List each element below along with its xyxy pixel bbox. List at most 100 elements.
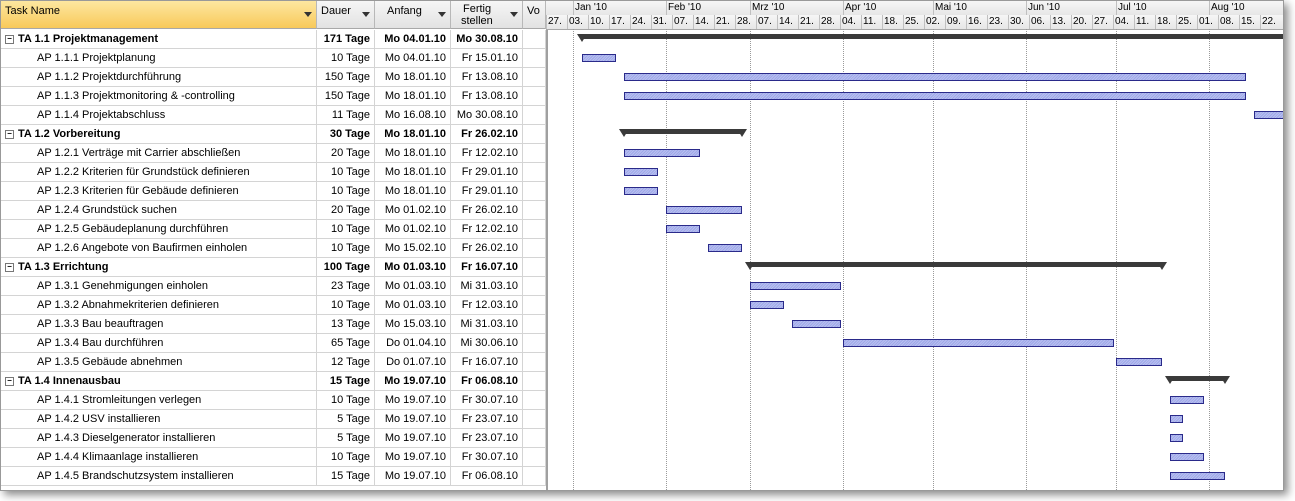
task-name-cell[interactable]: AP 1.1.3 Projektmonitoring & -controllin…: [1, 87, 317, 106]
task-row[interactable]: AP 1.1.2 Projektdurchführung 150 Tage Mo 1…: [1, 68, 546, 87]
task-row[interactable]: AP 1.4.2 USV installieren 5 Tage Mo 19.07.…: [1, 410, 546, 429]
collapse-icon[interactable]: −: [5, 35, 14, 44]
predecessors-cell[interactable]: [523, 49, 546, 68]
task-bar[interactable]: [843, 339, 1114, 347]
predecessors-cell[interactable]: [523, 106, 546, 125]
task-bar[interactable]: [582, 54, 616, 62]
duration-cell[interactable]: 15 Tage: [317, 467, 375, 486]
task-name-cell[interactable]: AP 1.2.6 Angebote von Baufirmen einholen: [1, 239, 317, 258]
task-row[interactable]: AP 1.4.5 Brandschutzsystem installieren 1…: [1, 467, 546, 486]
task-name-cell[interactable]: AP 1.4.4 Klimaanlage installieren: [1, 448, 317, 467]
predecessors-cell[interactable]: [523, 68, 546, 87]
duration-cell[interactable]: 65 Tage: [317, 334, 375, 353]
task-name-cell[interactable]: AP 1.4.3 Dieselgenerator installieren: [1, 429, 317, 448]
task-row[interactable]: AP 1.2.4 Grundstück suchen 20 Tage Mo 01.0…: [1, 201, 546, 220]
duration-cell[interactable]: 10 Tage: [317, 182, 375, 201]
start-cell[interactable]: Do 01.04.10: [375, 334, 451, 353]
finish-cell[interactable]: Fr 15.01.10: [451, 49, 523, 68]
task-bar[interactable]: [708, 244, 742, 252]
predecessors-cell[interactable]: [523, 30, 546, 49]
start-cell[interactable]: Mo 19.07.10: [375, 467, 451, 486]
task-name-cell[interactable]: AP 1.1.4 Projektabschluss: [1, 106, 317, 125]
task-name-cell[interactable]: AP 1.2.5 Gebäudeplanung durchführen: [1, 220, 317, 239]
column-header-start[interactable]: Anfang: [375, 1, 451, 29]
task-row[interactable]: AP 1.4.3 Dieselgenerator installieren 5 T…: [1, 429, 546, 448]
finish-cell[interactable]: Fr 12.02.10: [451, 220, 523, 239]
task-name-cell[interactable]: AP 1.3.3 Bau beauftragen: [1, 315, 317, 334]
chevron-down-icon[interactable]: [438, 12, 446, 17]
task-row[interactable]: AP 1.4.1 Stromleitungen verlegen 10 Tage M…: [1, 391, 546, 410]
start-cell[interactable]: Mo 15.03.10: [375, 315, 451, 334]
finish-cell[interactable]: Fr 16.07.10: [451, 258, 523, 277]
finish-cell[interactable]: Fr 23.07.10: [451, 429, 523, 448]
finish-cell[interactable]: Fr 13.08.10: [451, 87, 523, 106]
duration-cell[interactable]: 20 Tage: [317, 144, 375, 163]
predecessors-cell[interactable]: [523, 277, 546, 296]
task-name-cell[interactable]: AP 1.1.1 Projektplanung: [1, 49, 317, 68]
task-bar[interactable]: [1170, 453, 1204, 461]
predecessors-cell[interactable]: [523, 448, 546, 467]
predecessors-cell[interactable]: [523, 315, 546, 334]
start-cell[interactable]: Mo 18.01.10: [375, 163, 451, 182]
duration-cell[interactable]: 150 Tage: [317, 68, 375, 87]
predecessors-cell[interactable]: [523, 163, 546, 182]
finish-cell[interactable]: Fr 29.01.10: [451, 182, 523, 201]
task-row[interactable]: AP 1.2.6 Angebote von Baufirmen einholen…: [1, 239, 546, 258]
predecessors-cell[interactable]: [523, 334, 546, 353]
predecessors-cell[interactable]: [523, 220, 546, 239]
task-bar[interactable]: [1254, 111, 1283, 119]
task-row[interactable]: AP 1.4.4 Klimaanlage installieren 10 Tage…: [1, 448, 546, 467]
predecessors-cell[interactable]: [523, 372, 546, 391]
task-bar[interactable]: [792, 320, 841, 328]
task-row[interactable]: AP 1.1.4 Projektabschluss 11 Tage Mo 16.08…: [1, 106, 546, 125]
finish-cell[interactable]: Fr 16.07.10: [451, 353, 523, 372]
task-row[interactable]: AP 1.1.1 Projektplanung 10 Tage Mo 04.01.1…: [1, 49, 546, 68]
duration-cell[interactable]: 30 Tage: [317, 125, 375, 144]
start-cell[interactable]: Mo 19.07.10: [375, 429, 451, 448]
finish-cell[interactable]: Fr 06.08.10: [451, 467, 523, 486]
finish-cell[interactable]: Fr 26.02.10: [451, 201, 523, 220]
task-name-cell[interactable]: AP 1.3.1 Genehmigungen einholen: [1, 277, 317, 296]
task-name-cell[interactable]: AP 1.4.1 Stromleitungen verlegen: [1, 391, 317, 410]
task-name-cell[interactable]: AP 1.1.2 Projektdurchführung: [1, 68, 317, 87]
start-cell[interactable]: Mo 16.08.10: [375, 106, 451, 125]
predecessors-cell[interactable]: [523, 467, 546, 486]
finish-cell[interactable]: Fr 12.03.10: [451, 296, 523, 315]
predecessors-cell[interactable]: [523, 125, 546, 144]
summary-task-row[interactable]: − TA 1.2 Vorbereitung 30 Tage Mo 18.01.10 Fr…: [1, 125, 546, 144]
finish-cell[interactable]: Mo 30.08.10: [451, 106, 523, 125]
finish-cell[interactable]: Mi 31.03.10: [451, 315, 523, 334]
start-cell[interactable]: Mo 01.03.10: [375, 296, 451, 315]
predecessors-cell[interactable]: [523, 410, 546, 429]
task-bar[interactable]: [1170, 396, 1204, 404]
duration-cell[interactable]: 150 Tage: [317, 87, 375, 106]
start-cell[interactable]: Mo 01.02.10: [375, 201, 451, 220]
start-cell[interactable]: Mo 01.03.10: [375, 277, 451, 296]
task-bar[interactable]: [624, 149, 700, 157]
duration-cell[interactable]: 10 Tage: [317, 163, 375, 182]
predecessors-cell[interactable]: [523, 353, 546, 372]
predecessors-cell[interactable]: [523, 144, 546, 163]
task-bar[interactable]: [750, 301, 784, 309]
finish-cell[interactable]: Mi 30.06.10: [451, 334, 523, 353]
finish-cell[interactable]: Fr 30.07.10: [451, 391, 523, 410]
task-bar[interactable]: [624, 187, 658, 195]
finish-cell[interactable]: Fr 30.07.10: [451, 448, 523, 467]
duration-cell[interactable]: 20 Tage: [317, 201, 375, 220]
task-name-cell[interactable]: AP 1.3.5 Gebäude abnehmen: [1, 353, 317, 372]
column-header-duration[interactable]: Dauer: [317, 1, 375, 29]
predecessors-cell[interactable]: [523, 239, 546, 258]
summary-bar[interactable]: [1165, 376, 1230, 384]
task-bar[interactable]: [666, 206, 742, 214]
task-row[interactable]: AP 1.3.3 Bau beauftragen 13 Tage Mo 15.03.…: [1, 315, 546, 334]
task-row[interactable]: AP 1.1.3 Projektmonitoring & -controllin…: [1, 87, 546, 106]
task-row[interactable]: AP 1.3.1 Genehmigungen einholen 23 Tage Mo…: [1, 277, 546, 296]
duration-cell[interactable]: 10 Tage: [317, 239, 375, 258]
task-name-cell[interactable]: − TA 1.3 Errichtung: [1, 258, 317, 277]
predecessors-cell[interactable]: [523, 429, 546, 448]
summary-bar[interactable]: [745, 262, 1167, 270]
task-bar[interactable]: [1170, 434, 1183, 442]
task-name-cell[interactable]: AP 1.4.5 Brandschutzsystem installieren: [1, 467, 317, 486]
duration-cell[interactable]: 11 Tage: [317, 106, 375, 125]
start-cell[interactable]: Mo 18.01.10: [375, 182, 451, 201]
